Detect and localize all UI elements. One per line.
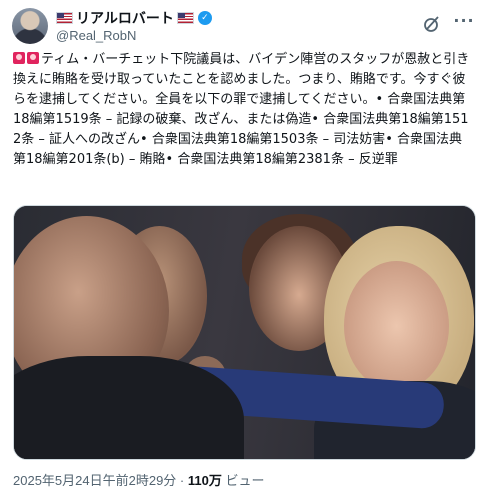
author-display-name[interactable]: リアルロバート (76, 8, 174, 28)
photo-person (344, 261, 449, 391)
grok-icon[interactable] (422, 14, 442, 34)
photo-person (14, 356, 244, 459)
verified-badge-icon: ✓ (197, 10, 212, 25)
views-count: 110万 (187, 473, 222, 488)
siren-icon (27, 52, 39, 64)
post-meta: 2025年5月24日午前2時29分 · 110万 ビュー (13, 470, 264, 489)
us-flag-icon (56, 11, 73, 24)
meta-separator: · (176, 473, 188, 488)
post-timestamp[interactable]: 2025年5月24日午前2時29分 (13, 473, 176, 488)
avatar[interactable] (12, 8, 48, 44)
post-media-photo[interactable] (13, 205, 476, 460)
post-text: ティム・バーチェット下院議員は、バイデン陣営のスタッフが恩赦と引き換えに賄賂を受… (13, 50, 473, 170)
siren-icon (13, 52, 25, 64)
post-header: リアルロバート ✓ @Real_RobN ··· (12, 8, 474, 44)
author-name-line[interactable]: リアルロバート ✓ (56, 9, 212, 26)
author-handle[interactable]: @Real_RobN (56, 28, 136, 43)
views-label: ビュー (221, 473, 265, 488)
more-options-icon[interactable]: ··· (453, 12, 475, 32)
post-body: ティム・バーチェット下院議員は、バイデン陣営のスタッフが恩赦と引き換えに賄賂を受… (13, 52, 470, 167)
us-flag-icon (176, 11, 194, 24)
